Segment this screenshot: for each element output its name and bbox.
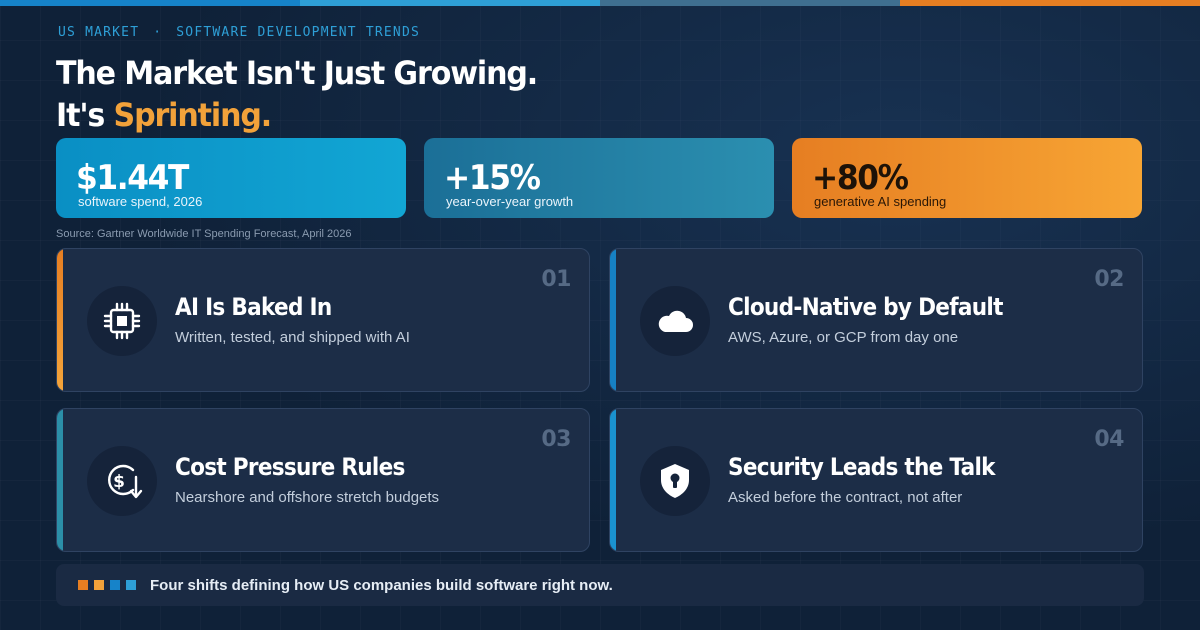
card-accent-edge [57, 409, 63, 551]
trend-card-ai: AI Is Baked In Written, tested, and ship… [56, 248, 590, 392]
headline-line-1: The Market Isn't Just Growing. [56, 54, 538, 92]
stat-card-yoy-growth: +15% year-over-year growth [424, 138, 774, 218]
eyebrow-topic: SOFTWARE DEVELOPMENT TRENDS [176, 25, 421, 40]
card-title: Cost Pressure Rules [175, 453, 405, 481]
card-accent-edge [610, 409, 616, 551]
card-description: AWS, Azure, or GCP from day one [728, 329, 959, 346]
card-number: 03 [541, 427, 571, 452]
footer-text: Four shifts defining how US companies bu… [150, 577, 613, 594]
top-accent-bar [0, 0, 1200, 6]
stat-label: year-over-year growth [446, 194, 574, 209]
dollar-down-icon: $ [108, 464, 143, 499]
trend-card-cost: $ Cost Pressure Rules Nearshore and offs… [56, 408, 590, 552]
card-icon-badge: $ [87, 446, 157, 516]
stat-card-software-spend: $1.44T software spend, 2026 [56, 138, 406, 218]
card-title: AI Is Baked In [175, 293, 332, 321]
page-title: The Market Isn't Just Growing. It's Spri… [56, 52, 538, 136]
eyebrow-separator: · [153, 25, 163, 40]
card-accent-edge [610, 249, 616, 391]
footer-square-2 [94, 580, 104, 590]
footer-color-squares [78, 580, 136, 590]
card-number: 01 [541, 267, 571, 292]
stat-label: generative AI spending [814, 194, 947, 209]
card-accent-edge [57, 249, 63, 391]
card-number: 02 [1094, 267, 1124, 292]
headline-accent: Sprinting. [113, 96, 273, 134]
stat-value: +80% [812, 158, 909, 198]
trend-card-cloud: Cloud-Native by Default AWS, Azure, or G… [609, 248, 1143, 392]
top-bar-segment-2 [300, 0, 600, 6]
card-icon-badge [640, 446, 710, 516]
footer-square-3 [110, 580, 120, 590]
top-bar-segment-3 [600, 0, 900, 6]
stat-label: software spend, 2026 [78, 194, 203, 209]
stat-value: $1.44T [76, 158, 189, 198]
card-number: 04 [1094, 427, 1124, 452]
source-note: Source: Gartner Worldwide IT Spending Fo… [56, 228, 352, 240]
shield-lock-icon [661, 464, 689, 498]
footer-square-1 [78, 580, 88, 590]
stat-value: +15% [444, 158, 541, 198]
headline-line-2-prefix: It's [56, 96, 114, 134]
footer-banner: Four shifts defining how US companies bu… [56, 564, 1144, 606]
footer-square-4 [126, 580, 136, 590]
top-bar-segment-1 [0, 0, 300, 6]
card-title: Cloud-Native by Default [728, 293, 1003, 321]
eyebrow: US MARKET · SOFTWARE DEVELOPMENT TRENDS [58, 25, 420, 40]
stat-card-genai-spending: +80% generative AI spending [792, 138, 1142, 218]
cloud-icon [658, 310, 693, 332]
top-bar-segment-4 [900, 0, 1200, 6]
chip-icon [103, 302, 141, 340]
card-icon-badge [87, 286, 157, 356]
card-description: Asked before the contract, not after [728, 489, 963, 506]
eyebrow-market: US MARKET [58, 25, 140, 40]
trend-card-security: Security Leads the Talk Asked before the… [609, 408, 1143, 552]
card-title: Security Leads the Talk [728, 453, 996, 481]
card-description: Nearshore and offshore stretch budgets [175, 489, 440, 506]
svg-text:$: $ [113, 472, 125, 492]
card-icon-badge [640, 286, 710, 356]
card-description: Written, tested, and shipped with AI [175, 329, 410, 346]
